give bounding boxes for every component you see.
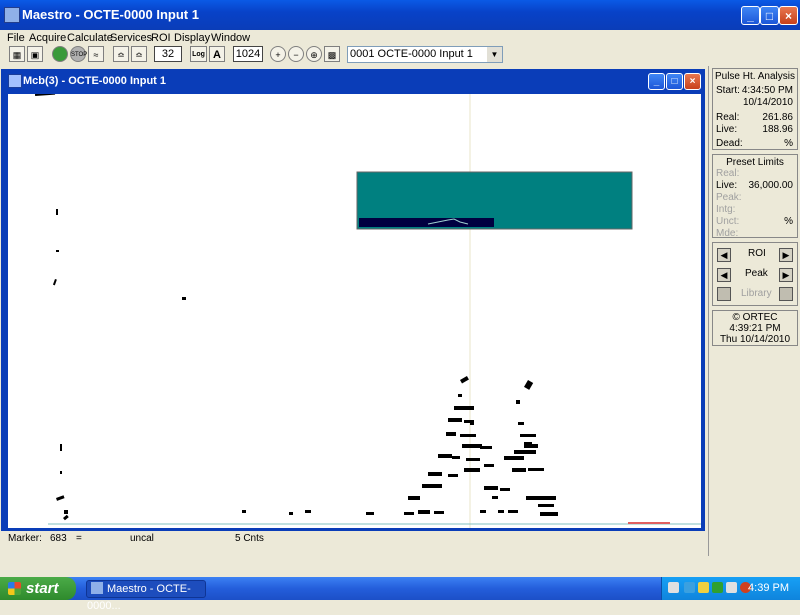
- window-title: Maestro - OCTE-0000 Input 1: [22, 7, 199, 22]
- log-scale-button[interactable]: Log: [190, 46, 207, 62]
- roi-next-icon[interactable]: ▶: [779, 248, 793, 262]
- menu-file[interactable]: File: [7, 32, 25, 44]
- live-time-value: 188.96: [762, 124, 793, 135]
- chevron-down-icon[interactable]: ▼: [487, 47, 502, 62]
- marker-status-bar: Marker: 683 = uncal 5 Cnts: [0, 531, 706, 546]
- go-start-icon[interactable]: [52, 46, 68, 62]
- close-button[interactable]: ×: [779, 6, 798, 25]
- preset-real-label: Real:: [716, 168, 740, 179]
- live-label: Live:: [716, 124, 738, 135]
- real-time-value: 261.86: [762, 112, 793, 123]
- peak-prev-icon[interactable]: ◀: [717, 268, 731, 282]
- current-day: Thu: [719, 334, 738, 345]
- horizontal-scale-field[interactable]: 1024: [233, 46, 263, 62]
- preset-live-label: Live:: [716, 180, 738, 191]
- spectrum-data-marks: [35, 94, 558, 521]
- preset-intg-label: Intg:: [716, 204, 736, 215]
- preset-title: Preset Limits: [726, 157, 784, 168]
- fullview-icon[interactable]: ▩: [324, 46, 340, 62]
- menu-roi[interactable]: ROI: [151, 32, 171, 44]
- save-disk-icon[interactable]: ▣: [27, 46, 43, 62]
- taskbar: start Maestro - OCTE-0000... 4:39 PM: [0, 577, 800, 612]
- marker-counts: 5 Cnts: [235, 533, 264, 544]
- minimize-button[interactable]: _: [741, 6, 760, 25]
- roi-label: ROI: [748, 248, 766, 259]
- roi-prev-icon[interactable]: ◀: [717, 248, 731, 262]
- zoom-out-icon[interactable]: −: [288, 46, 304, 62]
- clear-spectrum-icon[interactable]: ≈: [88, 46, 104, 62]
- status-side-panel: Pulse Ht. Analysis Start: 4:34:50 PM 10/…: [708, 66, 800, 556]
- spectrum-minimize-button[interactable]: _: [648, 73, 665, 90]
- roi-spectrum-icon[interactable]: ≏: [113, 46, 129, 62]
- windows-flag-icon: [8, 582, 21, 595]
- menu-window[interactable]: Window: [211, 32, 250, 44]
- spectrum-display[interactable]: [8, 94, 701, 528]
- system-tray: 4:39 PM: [661, 577, 800, 600]
- open-folder-icon[interactable]: ▦: [9, 46, 25, 62]
- preset-peak-label: Peak:: [716, 192, 742, 203]
- auto-scale-button[interactable]: A: [209, 46, 225, 62]
- center-icon[interactable]: ⊕: [306, 46, 322, 62]
- preset-live-value: 36,000.00: [748, 180, 794, 191]
- start-time: 4:34:50 PM: [741, 85, 793, 96]
- marker-label: Marker:: [8, 533, 42, 544]
- real-label: Real:: [716, 112, 740, 123]
- maestro-app-icon[interactable]: [4, 7, 20, 23]
- spectrum-window-title: Mcb(3) - OCTE-0000 Input 1: [23, 75, 167, 87]
- security-icon[interactable]: [698, 582, 709, 593]
- start-button[interactable]: start: [0, 577, 76, 600]
- maximize-button[interactable]: □: [760, 6, 779, 25]
- toolbar: ▦ ▣ STOP ≈ ≏ ≏ 32 Log A 1024 + − ⊕ ▩ 000…: [0, 44, 800, 66]
- taskbar-item-maestro[interactable]: Maestro - OCTE-0000...: [86, 580, 206, 612]
- peak-label: Peak: [745, 268, 768, 279]
- volume-icon[interactable]: [726, 582, 737, 593]
- detector-select[interactable]: 0001 OCTE-0000 Input 1 ▼: [347, 46, 503, 63]
- ortec-clock-box: © ORTEC 4:39:21 PM Thu 10/14/2010: [712, 310, 798, 346]
- library-label: Library: [741, 288, 772, 299]
- menu-acquire[interactable]: Acquire: [29, 32, 66, 44]
- dead-label: Dead:: [716, 138, 743, 149]
- overview-zoom-window: [359, 218, 494, 227]
- library-prev-icon[interactable]: [717, 287, 731, 301]
- menu-calculate[interactable]: Calculate: [67, 32, 113, 44]
- start-date: 10/14/2010: [742, 97, 793, 108]
- stop-icon[interactable]: STOP: [70, 46, 87, 62]
- preset-uncert-label: Unct:: [716, 216, 740, 227]
- preset-mde-label: Mde:: [716, 228, 739, 239]
- pulse-title: Pulse Ht. Analysis: [714, 71, 796, 82]
- pulse-analysis-box: Pulse Ht. Analysis Start: 4:34:50 PM 10/…: [712, 68, 798, 150]
- preset-uncert-unit: %: [784, 216, 793, 227]
- start-label: Start:: [716, 85, 740, 96]
- peak-spectrum-icon[interactable]: ≏: [131, 46, 147, 62]
- spectrum-maximize-button[interactable]: □: [666, 73, 683, 90]
- marker-equals: =: [76, 533, 82, 544]
- calibration-status: uncal: [130, 533, 154, 544]
- roi-peak-nav-box: ◀ ROI ▶ ◀ Peak ▶ Library: [712, 242, 798, 306]
- update-icon[interactable]: [712, 582, 723, 593]
- marker-channel: 683: [50, 533, 67, 544]
- zoom-in-icon[interactable]: +: [270, 46, 286, 62]
- dead-unit: %: [784, 138, 793, 149]
- detector-select-value: 0001 OCTE-0000 Input 1: [350, 48, 473, 60]
- spectrum-window-icon[interactable]: [8, 74, 22, 88]
- current-time: 4:39:21 PM: [729, 323, 781, 334]
- preset-limits-box: Preset Limits Real: Live: 36,000.00 Peak…: [712, 154, 798, 239]
- menu-services[interactable]: Services: [110, 32, 152, 44]
- spectrum-close-button[interactable]: ×: [684, 73, 701, 90]
- current-date: 10/14/2010: [739, 334, 791, 345]
- peak-next-icon[interactable]: ▶: [779, 268, 793, 282]
- expand-tray-icon[interactable]: [668, 582, 679, 593]
- menu-display[interactable]: Display: [174, 32, 210, 44]
- network-icon[interactable]: [684, 582, 695, 593]
- start-label: start: [26, 580, 59, 597]
- library-next-icon[interactable]: [779, 287, 793, 301]
- taskbar-clock[interactable]: 4:39 PM: [748, 582, 789, 594]
- vertical-scale-field[interactable]: 32: [154, 46, 182, 62]
- main-title-bar[interactable]: Maestro - OCTE-0000 Input 1 _ □ ×: [0, 0, 800, 30]
- ortec-label: © ORTEC: [732, 312, 778, 323]
- spectrum-plot: [35, 94, 701, 528]
- maestro-task-icon: [91, 582, 103, 594]
